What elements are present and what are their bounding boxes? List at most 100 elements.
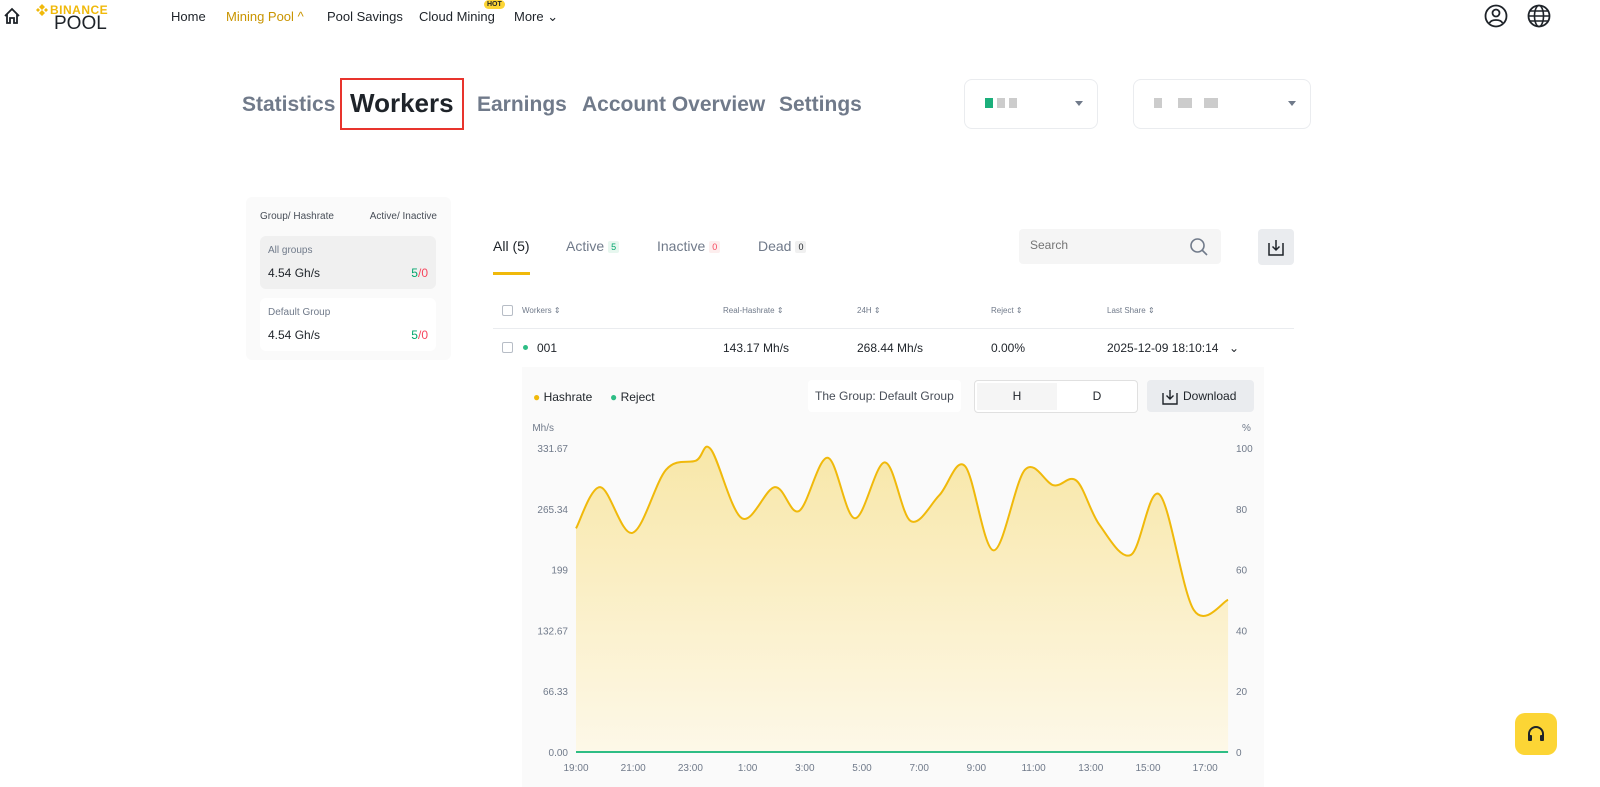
row-checkbox[interactable]	[502, 342, 513, 353]
group-hashrate: 4.54 Gh/s	[268, 266, 321, 280]
export-button[interactable]	[1258, 229, 1294, 265]
coin-select[interactable]	[964, 79, 1098, 129]
support-button[interactable]	[1515, 713, 1557, 755]
col-workers[interactable]: Workers ⇕	[522, 306, 561, 315]
binance-logo-icon	[36, 4, 48, 16]
search-input[interactable]	[1030, 238, 1180, 252]
y-tick-left: 132.67	[537, 626, 568, 637]
count-badge: 5	[608, 241, 620, 254]
worker-chart-panel: ● Hashrate ● Reject The Group: Default G…	[522, 367, 1264, 787]
x-tick: 19:00	[563, 763, 588, 774]
y-tick-left: 0.00	[549, 748, 569, 759]
inactive-count: 0	[421, 266, 428, 280]
caret-down-icon	[1288, 101, 1296, 106]
y-tick-left: 331.67	[537, 444, 568, 455]
col-real-hashrate[interactable]: Real-Hashrate ⇕	[723, 306, 784, 315]
col-last-share[interactable]: Last Share ⇕	[1107, 306, 1155, 315]
filter-label: Dead	[758, 238, 792, 254]
search-box[interactable]	[1019, 229, 1221, 264]
real-hashrate: 143.17 Mh/s	[723, 341, 790, 355]
col-reject[interactable]: Reject ⇕	[991, 306, 1023, 315]
blurred-coin	[985, 98, 993, 108]
col-label: 24H	[857, 306, 872, 315]
count-badge: 0	[709, 241, 721, 254]
hashrate-area	[576, 446, 1229, 752]
inactive-count: 0	[421, 328, 428, 342]
divider	[493, 328, 1294, 329]
filter-all[interactable]: All (5)	[493, 238, 530, 254]
nav-more-label: More	[514, 9, 544, 24]
globe-icon[interactable]	[1527, 4, 1551, 28]
tab-settings[interactable]: Settings	[779, 93, 862, 117]
filter-dead[interactable]: Dead 0	[758, 238, 807, 254]
logo-pool: POOL	[54, 13, 107, 34]
blurred-text	[1154, 98, 1162, 108]
active-count: 5	[411, 266, 418, 280]
search-icon[interactable]	[1189, 237, 1209, 257]
x-tick: 3:00	[795, 763, 815, 774]
x-tick: 11:00	[1021, 763, 1046, 774]
col-label: Real-Hashrate	[723, 306, 775, 315]
col-label: Reject	[991, 306, 1014, 315]
select-all-checkbox[interactable]	[502, 305, 513, 316]
y-tick-left: 66.33	[543, 687, 568, 698]
worker-name[interactable]: 001	[537, 341, 557, 355]
reject-rate: 0.00%	[991, 341, 1026, 355]
nav-cloud-mining[interactable]: Cloud Mining	[419, 9, 495, 24]
sort-icon: ⇕	[553, 306, 561, 315]
group-sidebar: Group/ Hashrate Active/ Inactive All gro…	[246, 197, 451, 360]
y-axis-left-label: Mh/s	[532, 423, 554, 434]
y-tick-left: 265.34	[537, 505, 568, 516]
blurred-text	[997, 98, 1005, 108]
nav-mining-pool-label: Mining Pool	[226, 9, 294, 24]
expand-chevron-icon[interactable]: ⌄	[1229, 341, 1239, 355]
y-axis-right-label: %	[1242, 423, 1251, 434]
download-icon	[1268, 240, 1284, 256]
blurred-text	[1204, 98, 1218, 108]
x-tick: 9:00	[967, 763, 987, 774]
x-tick: 21:00	[621, 763, 646, 774]
col-label: Last Share	[1107, 306, 1146, 315]
y-tick-left: 199	[551, 566, 568, 577]
group-default[interactable]: Default Group 4.54 Gh/s 5/0	[260, 298, 436, 351]
chevron-down-icon: ⌄	[547, 9, 559, 24]
x-tick: 13:00	[1078, 763, 1103, 774]
caret-down-icon	[1075, 101, 1083, 106]
sort-icon: ⇕	[873, 306, 881, 315]
active-tab-underline	[493, 272, 530, 275]
sort-icon: ⇕	[1147, 306, 1155, 315]
group-all[interactable]: All groups 4.54 Gh/s 5/0	[260, 236, 436, 289]
filter-active[interactable]: Active 5	[566, 238, 620, 254]
x-tick: 23:00	[678, 763, 703, 774]
blurred-text	[1178, 98, 1192, 108]
nav-pool-savings[interactable]: Pool Savings	[327, 9, 403, 24]
sort-icon: ⇕	[1015, 306, 1023, 315]
col-24h[interactable]: 24H ⇕	[857, 306, 881, 315]
y-tick-right: 20	[1236, 687, 1248, 698]
y-tick-right: 100	[1236, 444, 1253, 455]
filter-inactive[interactable]: Inactive 0	[657, 238, 721, 254]
count-badge: 0	[795, 241, 807, 254]
headset-icon	[1528, 726, 1544, 741]
account-select[interactable]	[1133, 79, 1311, 129]
x-tick: 7:00	[909, 763, 929, 774]
tab-account-overview[interactable]: Account Overview	[582, 93, 765, 117]
top-nav: BINANCE POOL Home Mining Pool ^ Pool Sav…	[0, 0, 1600, 34]
y-tick-right: 60	[1236, 566, 1248, 577]
nav-home[interactable]: Home	[171, 9, 206, 24]
sort-icon: ⇕	[776, 306, 784, 315]
nav-mining-pool[interactable]: Mining Pool ^	[226, 9, 304, 24]
last-share: 2025-12-09 18:10:14	[1107, 341, 1219, 355]
user-icon[interactable]	[1484, 4, 1508, 28]
nav-more[interactable]: More ⌄	[514, 9, 558, 25]
tab-earnings[interactable]: Earnings	[477, 93, 567, 117]
chevron-up-icon: ^	[297, 9, 304, 24]
tab-workers[interactable]: Workers	[340, 78, 464, 130]
hashrate-chart: Mh/s % 0.00 66.33 132.67 199 265.34 331.67 0 20 40…	[532, 423, 1253, 774]
group-counts: 5/0	[411, 328, 428, 342]
home-icon[interactable]	[3, 7, 21, 25]
active-count: 5	[411, 328, 418, 342]
header-group-hashrate: Group/ Hashrate	[260, 211, 334, 222]
tab-statistics[interactable]: Statistics	[242, 93, 335, 117]
header-active-inactive: Active/ Inactive	[369, 211, 437, 222]
